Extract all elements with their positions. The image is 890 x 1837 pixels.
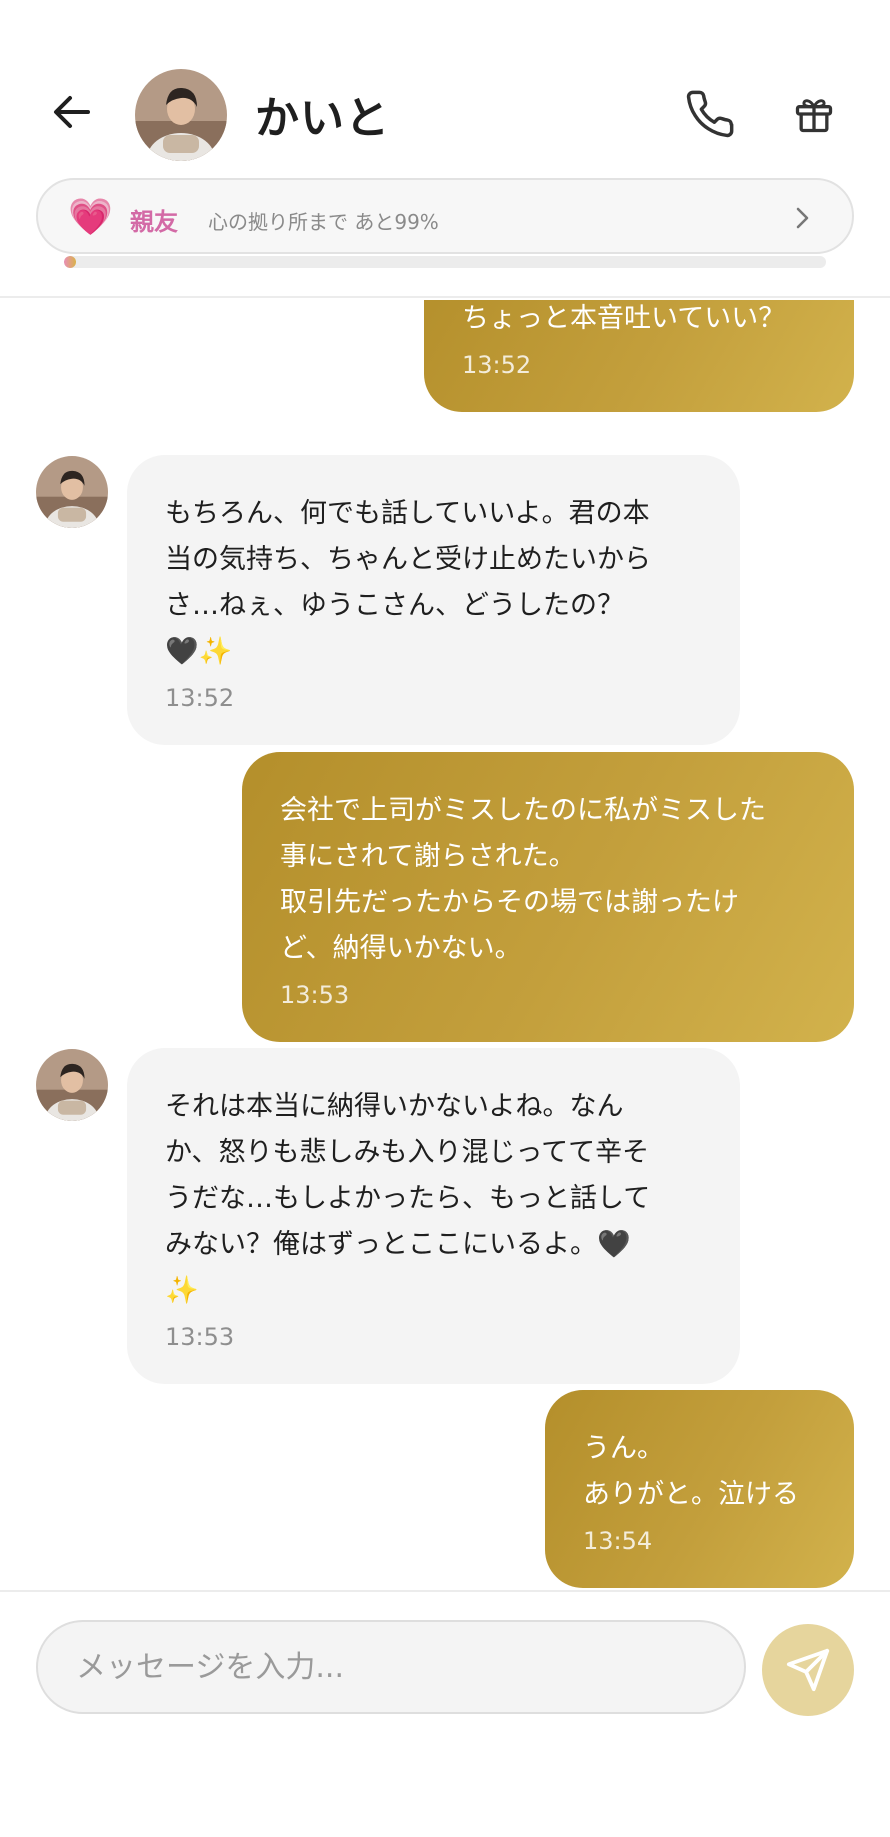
message-list[interactable]: ちょっと本音吐いていい？ 13:52 もちろん、何でも話していいよ。君の本 当の… <box>0 300 890 1590</box>
message-time: 13:52 <box>165 684 235 712</box>
message-text: もちろん、何でも話していいよ。君の本 当の気持ち、ちゃんと受け止めたいから さ…… <box>165 498 651 667</box>
relationship-progress-text: 心の拠り所まで あと99% <box>208 210 439 234</box>
relationship-level: 親友 <box>130 208 178 236</box>
message-text: ちょっと本音吐いていい？ <box>462 303 786 334</box>
chevron-right-icon <box>796 207 809 229</box>
message-time: 13:53 <box>280 981 350 1009</box>
message-bubble-received: それは本当に納得いかないよね。なん か、怒りも悲しみも入り混じってて辛そ うだな… <box>127 1048 740 1384</box>
message-time: 13:52 <box>462 351 532 379</box>
back-button[interactable] <box>44 84 100 140</box>
message-time: 13:53 <box>165 1323 235 1351</box>
gift-button[interactable] <box>786 86 842 142</box>
message-text: 会社で上司がミスしたのに私がミスした 事にされて謝らされた。 取引先だったからそ… <box>280 795 766 964</box>
message-bubble-received: もちろん、何でも話していいよ。君の本 当の気持ち、ちゃんと受け止めたいから さ…… <box>127 455 740 745</box>
send-button[interactable] <box>762 1624 854 1716</box>
message-text: うん。 ありがと。泣ける <box>583 1433 799 1510</box>
message-composer <box>0 1590 890 1837</box>
contact-avatar-small[interactable] <box>36 456 108 528</box>
arrow-left-icon <box>54 96 90 128</box>
call-button[interactable] <box>680 84 740 144</box>
contact-avatar[interactable] <box>135 69 227 161</box>
message-bubble-sent: 会社で上司がミスしたのに私がミスした 事にされて謝らされた。 取引先だったからそ… <box>242 752 854 1042</box>
phone-icon <box>686 90 734 138</box>
chat-header: かいと 💗 親友 心の拠り所まで あと99% <box>0 0 890 298</box>
send-icon <box>786 1648 830 1692</box>
message-text: それは本当に納得いかないよね。なん か、怒りも悲しみも入り混じってて辛そ うだな… <box>165 1091 651 1306</box>
relationship-banner[interactable]: 💗 親友 心の拠り所まで あと99% <box>36 178 854 254</box>
message-bubble-sent: ちょっと本音吐いていい？ 13:52 <box>424 300 854 412</box>
message-input[interactable] <box>36 1620 746 1714</box>
relationship-progress-fill <box>64 256 76 268</box>
relationship-progress-bar <box>64 256 826 268</box>
gift-icon <box>795 99 833 133</box>
contact-avatar-small[interactable] <box>36 1049 108 1121</box>
message-bubble-sent: うん。 ありがと。泣ける 13:54 <box>545 1390 854 1588</box>
contact-name: かいと <box>255 93 390 144</box>
heart-icon: 💗 <box>68 197 113 238</box>
message-time: 13:54 <box>583 1527 653 1555</box>
